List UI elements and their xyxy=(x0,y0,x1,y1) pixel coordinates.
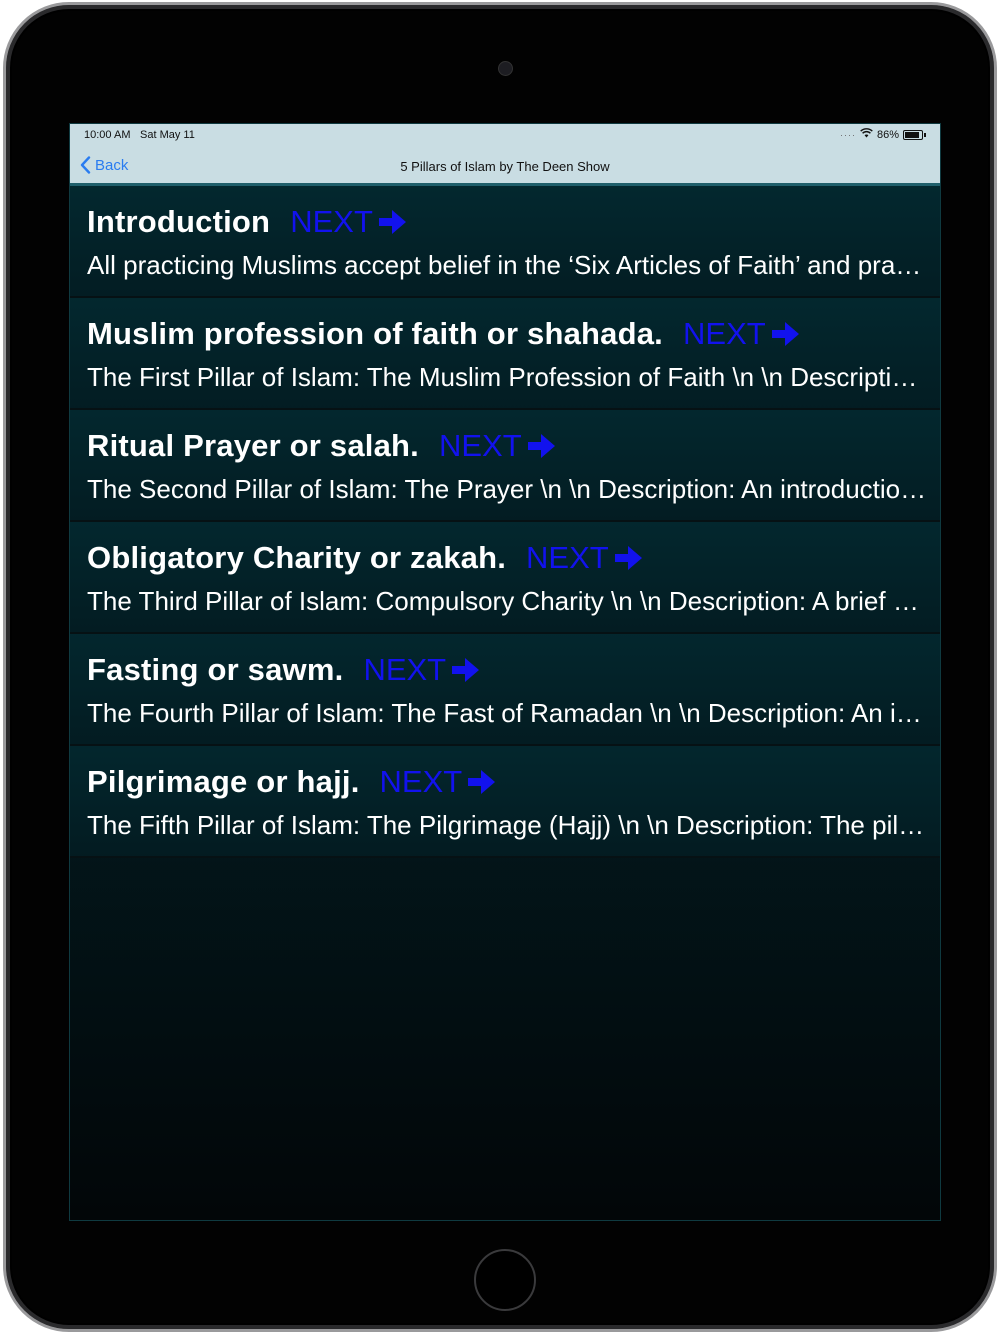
list-item-title-line: Pilgrimage or hajj. NEXT xyxy=(87,764,496,800)
list-item[interactable]: Obligatory Charity or zakah. NEXT The Th… xyxy=(70,522,940,634)
status-right: ···· 86% xyxy=(840,128,926,141)
wifi-icon xyxy=(860,128,873,141)
next-button[interactable]: NEXT xyxy=(290,204,407,240)
arrow-right-icon xyxy=(614,545,643,571)
list-item-title-line: Obligatory Charity or zakah. NEXT xyxy=(87,540,643,576)
list-item-title: Obligatory Charity or zakah. xyxy=(87,540,507,575)
list-item[interactable]: Pilgrimage or hajj. NEXT The Fifth Pilla… xyxy=(70,746,940,858)
list-item[interactable]: Ritual Prayer or salah. NEXT The Second … xyxy=(70,410,940,522)
list-item-title: Muslim profession of faith or shahada. xyxy=(87,316,663,351)
arrow-right-icon xyxy=(468,769,496,795)
page-title: 5 Pillars of Islam by The Deen Show xyxy=(400,159,610,174)
list-item[interactable]: Introduction NEXT All practicing Muslims… xyxy=(70,186,940,298)
ipad-frame: 10:00 AM Sat May 11 ···· 86% Back 5 Pill… xyxy=(3,2,997,1332)
arrow-right-icon xyxy=(378,209,407,235)
list-item[interactable]: Fasting or sawm. NEXT The Fourth Pillar … xyxy=(70,634,940,746)
next-button[interactable]: NEXT xyxy=(363,652,480,688)
battery-icon xyxy=(903,129,923,140)
app-screen: 10:00 AM Sat May 11 ···· 86% Back 5 Pill… xyxy=(69,123,941,1221)
signal-icon: ···· xyxy=(839,129,856,140)
status-time: 10:00 AM xyxy=(84,129,131,141)
status-bar: 10:00 AM Sat May 11 ···· 86% xyxy=(70,124,940,148)
battery-fill xyxy=(905,131,919,138)
next-button[interactable]: NEXT xyxy=(526,540,643,576)
list-item-description: The Third Pillar of Islam: Compulsory Ch… xyxy=(87,586,927,616)
list-item-title: Ritual Prayer or salah. xyxy=(87,428,419,463)
navigation-bar: Back 5 Pillars of Islam by The Deen Show xyxy=(70,148,940,186)
list-item-title: Pilgrimage or hajj. xyxy=(87,764,360,799)
battery-percent: 86% xyxy=(876,128,899,141)
arrow-right-icon xyxy=(452,657,480,683)
next-label: NEXT xyxy=(363,652,447,687)
next-button[interactable]: NEXT xyxy=(683,316,800,352)
list-item-description: The First Pillar of Islam: The Muslim Pr… xyxy=(87,362,927,392)
next-label: NEXT xyxy=(683,316,766,351)
status-date: Sat May 11 xyxy=(140,129,195,141)
list-item-title-line: Fasting or sawm. NEXT xyxy=(87,652,480,688)
list-item-title: Fasting or sawm. xyxy=(87,652,344,687)
list-item-title-line: Introduction NEXT xyxy=(87,204,407,240)
arrow-right-icon xyxy=(527,433,556,459)
list-item-description: The Fourth Pillar of Islam: The Fast of … xyxy=(87,698,927,728)
front-camera xyxy=(498,61,513,76)
next-label: NEXT xyxy=(379,764,463,799)
list-item-description: All practicing Muslims accept belief in … xyxy=(87,250,927,280)
next-button[interactable]: NEXT xyxy=(380,764,497,800)
next-label: NEXT xyxy=(526,540,609,575)
next-label: NEXT xyxy=(290,204,373,239)
list-item-title-line: Muslim profession of faith or shahada. N… xyxy=(87,316,800,352)
next-button[interactable]: NEXT xyxy=(439,428,556,464)
list-item-description: The Fifth Pillar of Islam: The Pilgrimag… xyxy=(87,810,927,840)
list-item-title: Introduction xyxy=(87,204,271,239)
list-item[interactable]: Muslim profession of faith or shahada. N… xyxy=(70,298,940,410)
battery-tip xyxy=(924,132,926,137)
pillars-list: Introduction NEXT All practicing Muslims… xyxy=(70,186,940,858)
arrow-right-icon xyxy=(771,321,800,347)
next-label: NEXT xyxy=(438,428,522,463)
list-item-title-line: Ritual Prayer or salah. NEXT xyxy=(87,428,556,464)
home-button[interactable] xyxy=(474,1249,536,1311)
list-item-description: The Second Pillar of Islam: The Prayer \… xyxy=(87,474,927,504)
